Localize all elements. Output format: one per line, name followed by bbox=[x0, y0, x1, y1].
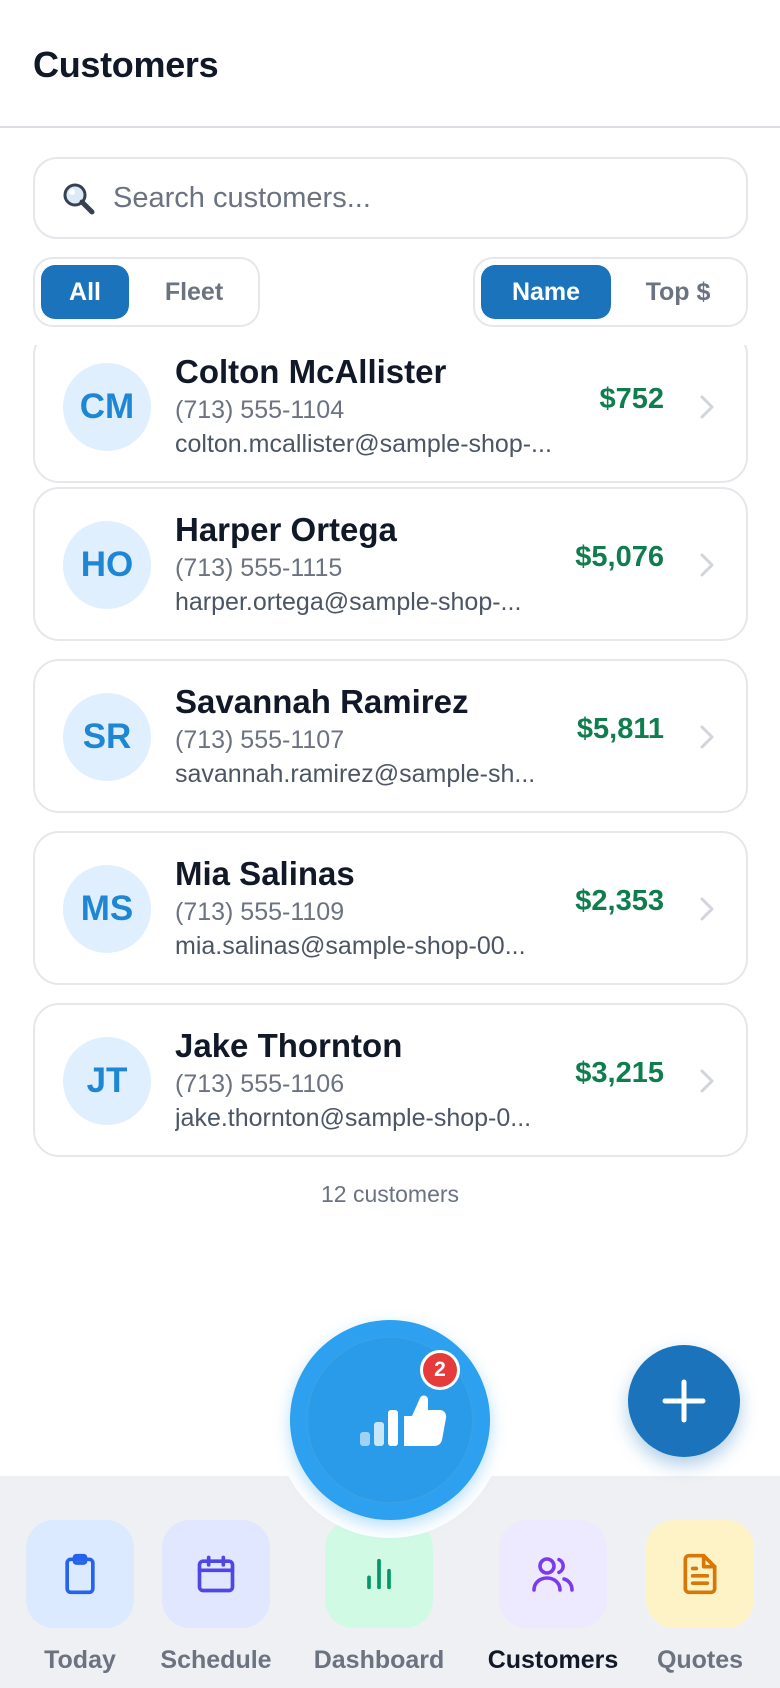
customer-card[interactable]: HO Harper Ortega (713) 555-1115 harper.o… bbox=[33, 487, 748, 641]
tab-quotes[interactable]: Quotes bbox=[622, 1476, 762, 1688]
customer-phone: (713) 555-1115 bbox=[175, 554, 343, 582]
tab-icon-box bbox=[646, 1520, 754, 1628]
chevron-right-icon bbox=[700, 1069, 714, 1093]
tab-icon-box bbox=[499, 1520, 607, 1628]
tab-label: Schedule bbox=[160, 1646, 272, 1674]
sort-filter: Name Top $ bbox=[473, 257, 748, 327]
avatar: CM bbox=[63, 363, 151, 451]
customer-name: Savannah Ramirez bbox=[175, 683, 469, 720]
customer-card[interactable]: SR Savannah Ramirez (713) 555-1107 savan… bbox=[33, 659, 748, 813]
customer-card[interactable]: CM Colton McAllister (713) 555-1104 colt… bbox=[33, 345, 748, 483]
customer-name: Jake Thornton bbox=[175, 1027, 403, 1064]
customer-email: jake.thornton@sample-shop-0... bbox=[175, 1104, 532, 1132]
customer-email: colton.mcallister@sample-shop-... bbox=[175, 430, 552, 458]
chevron-right-icon bbox=[700, 897, 714, 921]
feedback-fab-button[interactable]: 2 bbox=[290, 1320, 490, 1520]
search-input[interactable] bbox=[113, 159, 723, 237]
app-header: Customers bbox=[0, 0, 780, 128]
document-icon bbox=[683, 1553, 717, 1595]
customer-email: harper.ortega@sample-shop-... bbox=[175, 588, 522, 616]
customer-phone: (713) 555-1107 bbox=[175, 726, 345, 754]
customer-email: savannah.ramirez@sample-sh... bbox=[175, 760, 536, 788]
notification-badge: 2 bbox=[420, 1350, 460, 1390]
tab-label: Today bbox=[44, 1646, 116, 1674]
page-title: Customers bbox=[33, 44, 219, 85]
customer-phone: (713) 555-1109 bbox=[175, 898, 345, 926]
search-icon bbox=[63, 183, 95, 215]
add-customer-button[interactable] bbox=[628, 1345, 740, 1457]
customer-card[interactable]: MS Mia Salinas (713) 555-1109 mia.salina… bbox=[33, 831, 748, 985]
customer-name: Colton McAllister bbox=[175, 353, 447, 390]
search-bar[interactable] bbox=[33, 157, 748, 239]
tab-label: Quotes bbox=[656, 1646, 744, 1674]
tab-label: Dashboard bbox=[313, 1646, 445, 1674]
sort-top-dollar-button[interactable]: Top $ bbox=[615, 265, 741, 319]
tab-schedule[interactable]: Schedule bbox=[138, 1476, 278, 1688]
customer-total: $2,353 bbox=[575, 885, 664, 917]
filter-fleet-button[interactable]: Fleet bbox=[139, 265, 249, 319]
customer-card[interactable]: JT Jake Thornton (713) 555-1106 jake.tho… bbox=[33, 1003, 748, 1157]
type-filter: All Fleet bbox=[33, 257, 260, 327]
avatar: SR bbox=[63, 693, 151, 781]
plus-icon bbox=[662, 1379, 706, 1423]
users-icon bbox=[532, 1557, 574, 1592]
clipboard-icon bbox=[65, 1553, 95, 1595]
customer-name: Mia Salinas bbox=[175, 855, 355, 892]
tab-icon-box bbox=[26, 1520, 134, 1628]
tab-label: Customers bbox=[487, 1646, 619, 1674]
customer-phone: (713) 555-1104 bbox=[175, 396, 345, 424]
chevron-right-icon bbox=[700, 725, 714, 749]
customer-total: $5,811 bbox=[576, 713, 664, 745]
customer-name: Harper Ortega bbox=[175, 511, 397, 548]
avatar: JT bbox=[63, 1037, 151, 1125]
customer-phone: (713) 555-1106 bbox=[175, 1070, 345, 1098]
customer-total: $752 bbox=[599, 383, 664, 415]
chevron-right-icon bbox=[700, 395, 714, 419]
customer-total: $3,215 bbox=[575, 1057, 664, 1089]
avatar: HO bbox=[63, 521, 151, 609]
avatar: MS bbox=[63, 865, 151, 953]
customer-list[interactable]: CM Colton McAllister (713) 555-1104 colt… bbox=[0, 345, 780, 1165]
calendar-icon bbox=[197, 1555, 235, 1593]
tab-today[interactable]: Today bbox=[2, 1476, 142, 1688]
tab-customers[interactable]: Customers bbox=[475, 1476, 618, 1688]
filter-all-button[interactable]: All bbox=[41, 265, 129, 319]
customer-total: $5,076 bbox=[575, 541, 664, 573]
sort-name-button[interactable]: Name bbox=[481, 265, 611, 319]
tab-icon-box bbox=[162, 1520, 270, 1628]
customer-count: 12 customers bbox=[320, 1181, 460, 1207]
chevron-right-icon bbox=[700, 553, 714, 577]
bar-chart-icon bbox=[367, 1558, 391, 1590]
customer-email: mia.salinas@sample-shop-00... bbox=[175, 932, 526, 960]
